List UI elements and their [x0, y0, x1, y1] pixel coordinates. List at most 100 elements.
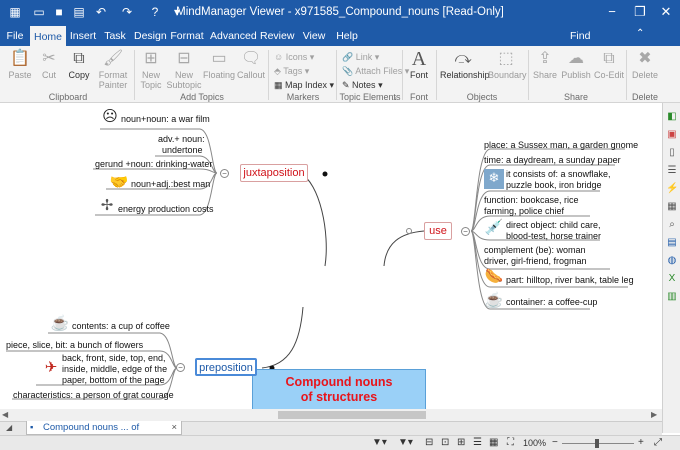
subtopic-energy-costs[interactable]: energy production costs	[118, 204, 214, 215]
brush-icon: 🖌	[103, 50, 124, 67]
horizontal-scroll-thumb[interactable]	[278, 411, 426, 419]
tab-design[interactable]: Design	[134, 26, 167, 46]
tab-review[interactable]: Review	[260, 26, 294, 46]
topic-juxtaposition[interactable]: juxtaposition	[240, 164, 308, 182]
collapse-toggle-preposition[interactable]: −	[176, 363, 185, 372]
collapse-toggle-use[interactable]: −	[461, 227, 470, 236]
topic-preposition[interactable]: preposition	[195, 358, 257, 376]
library-icon[interactable]: ▣	[666, 129, 678, 141]
central-topic-line2: of structures	[300, 390, 378, 404]
close-button[interactable]: ✕	[652, 0, 680, 26]
tab-insert[interactable]: Insert	[68, 26, 98, 46]
zoom-out-icon[interactable]: −	[552, 437, 558, 448]
globe-icon[interactable]: ◍	[666, 255, 678, 267]
subtopic-contents[interactable]: contents: a cup of coffee	[72, 321, 170, 332]
subtopic-time[interactable]: time: a daydream, a sunday paper	[484, 155, 621, 166]
map-index-button[interactable]: ▦ Map Index ▾	[274, 79, 334, 91]
format-painter-button[interactable]: 🖌 Format Painter	[96, 50, 130, 90]
dialog-launcher-icon[interactable]: ⌟	[393, 92, 397, 101]
icons-button[interactable]: ☺ Icons ▾	[274, 51, 314, 63]
format-icon[interactable]: ⚡	[666, 183, 678, 195]
subtopic-complement[interactable]: complement (be): woman driver, girl-frien…	[484, 245, 587, 267]
browser-icon[interactable]: ▤	[666, 237, 678, 249]
boundary-button[interactable]: ⬚ Boundary	[488, 50, 527, 80]
attach-files-button[interactable]: 📎 Attach Files ▾	[342, 65, 409, 77]
publish-button[interactable]: ☁ Publish	[560, 50, 592, 80]
map-parts-icon[interactable]: ◧	[666, 111, 678, 123]
fit-map-icon[interactable]: ⊡	[441, 437, 449, 448]
tab-format[interactable]: Format	[170, 26, 204, 46]
collapse-toggle-juxtaposition[interactable]: −	[220, 169, 229, 178]
subtopic-back-front-side[interactable]: back, front, side, top, end, inside, midd…	[62, 353, 167, 386]
topic-use[interactable]: use	[424, 222, 452, 240]
use-anchor	[406, 228, 412, 234]
find-box[interactable]: Find	[560, 28, 636, 44]
tab-view[interactable]: View	[300, 26, 328, 46]
paste-button[interactable]: 📋 Paste	[6, 50, 34, 80]
co-edit-button[interactable]: ⧉ Co-Edit	[594, 50, 624, 80]
subtopic-direct-object[interactable]: direct object: child care, blood-test, ho…	[506, 220, 601, 242]
subtopic-place[interactable]: place: a Sussex man, a garden gnome	[484, 140, 638, 151]
subtopic-consists-of[interactable]: it consists of: a snowflake, puzzle book,…	[506, 169, 611, 191]
collapse-all-icon[interactable]: ⊟	[425, 437, 433, 448]
share-icon: ⇪	[538, 50, 552, 67]
co-edit-icon: ⧉	[603, 50, 615, 67]
document-tab[interactable]: ▪ Compound nouns ... of structures ×	[26, 421, 182, 446]
subtopic-adv-noun[interactable]: adv.+ noun: undertone	[158, 134, 205, 156]
subtopic-piece-slice-bit[interactable]: piece, slice, bit: a bunch of flowers	[6, 340, 143, 351]
filter-settings-icon[interactable]: ▼▾	[398, 437, 413, 448]
bird-house-image-icon: ✈	[44, 359, 58, 376]
central-topic[interactable]: Compound nouns of structures	[252, 369, 426, 410]
zoom-fit-icon[interactable]: ⛶	[507, 437, 514, 448]
properties-icon[interactable]: ▦	[666, 201, 678, 213]
subtopic-noun-noun[interactable]: noun+noun: a war film	[121, 114, 210, 125]
coffee-cup-image-icon: ☕	[484, 292, 504, 309]
relationship-button[interactable]: ⤼ Relationship	[440, 50, 490, 80]
tab-help[interactable]: Help	[334, 26, 360, 46]
tab-advanced[interactable]: Advanced	[210, 26, 257, 46]
outline-view-icon[interactable]: ☰	[473, 437, 482, 448]
scroll-right-icon[interactable]: ▶	[651, 410, 657, 419]
search-icon[interactable]: ⌕	[666, 219, 678, 231]
subtopic-gerund-noun[interactable]: gerund +noun: drinking-water	[95, 159, 212, 170]
subtopic-part[interactable]: part: hilltop, river bank, table leg	[506, 275, 634, 286]
map-canvas[interactable]: Compound nouns of structures juxtapositi…	[0, 103, 660, 410]
callout-button[interactable]: 🗨 Callout	[236, 50, 266, 80]
subtopic-noun-adj[interactable]: noun+adj.:best man	[131, 179, 210, 190]
collapse-ribbon-icon[interactable]: ⌃	[636, 28, 650, 44]
tags-button[interactable]: ⬘ Tags ▾	[274, 65, 309, 77]
connector-use	[383, 230, 425, 267]
tab-file[interactable]: File	[4, 26, 26, 46]
pin-icon[interactable]: ▯	[666, 147, 678, 159]
spreadsheet-icon[interactable]: ▥	[666, 291, 678, 303]
restore-button[interactable]: ❐	[626, 0, 654, 26]
fullscreen-icon[interactable]: ⤢	[654, 437, 662, 448]
new-subtopic-button[interactable]: ⊟ New Subtopic	[166, 50, 202, 90]
subtopic-container[interactable]: container: a coffee-cup	[506, 297, 597, 308]
new-topic-button[interactable]: ⊞ New Topic	[138, 50, 164, 90]
zoom-slider-thumb[interactable]	[595, 439, 599, 448]
subtopic-characteristics[interactable]: characteristics: a person of grat courag…	[13, 390, 174, 401]
tab-menu-icon[interactable]: ◢	[6, 423, 12, 432]
map-view-icon[interactable]: ▦	[489, 437, 498, 448]
expand-icon[interactable]: ⊞	[457, 437, 465, 448]
excel-icon[interactable]: X	[666, 273, 678, 285]
notes-button[interactable]: ✎ Notes ▾	[342, 79, 383, 91]
cut-button[interactable]: ✂ Cut	[36, 50, 62, 80]
scroll-left-icon[interactable]: ◀	[2, 410, 8, 419]
minimize-button[interactable]: −	[598, 0, 626, 26]
tab-task[interactable]: Task	[102, 26, 128, 46]
share-button[interactable]: ⇪ Share	[532, 50, 558, 80]
close-tab-icon[interactable]: ×	[171, 421, 177, 434]
snowflake-image-icon: ❄	[484, 169, 504, 189]
zoom-in-icon[interactable]: +	[638, 437, 644, 448]
copy-button[interactable]: ⧉ Copy	[64, 50, 94, 80]
filter-icon[interactable]: ▼▾	[372, 437, 387, 448]
link-button[interactable]: 🔗 Link ▾	[342, 51, 379, 63]
tab-home[interactable]: Home	[30, 26, 66, 46]
subtopic-function[interactable]: function: bookcase, rice farming, police …	[484, 195, 579, 217]
floating-topic-button[interactable]: ▭ Floating	[203, 50, 235, 80]
font-button[interactable]: A Font	[406, 49, 432, 80]
outline-icon[interactable]: ☰	[666, 165, 678, 177]
delete-button[interactable]: ✖ Delete	[630, 50, 660, 80]
